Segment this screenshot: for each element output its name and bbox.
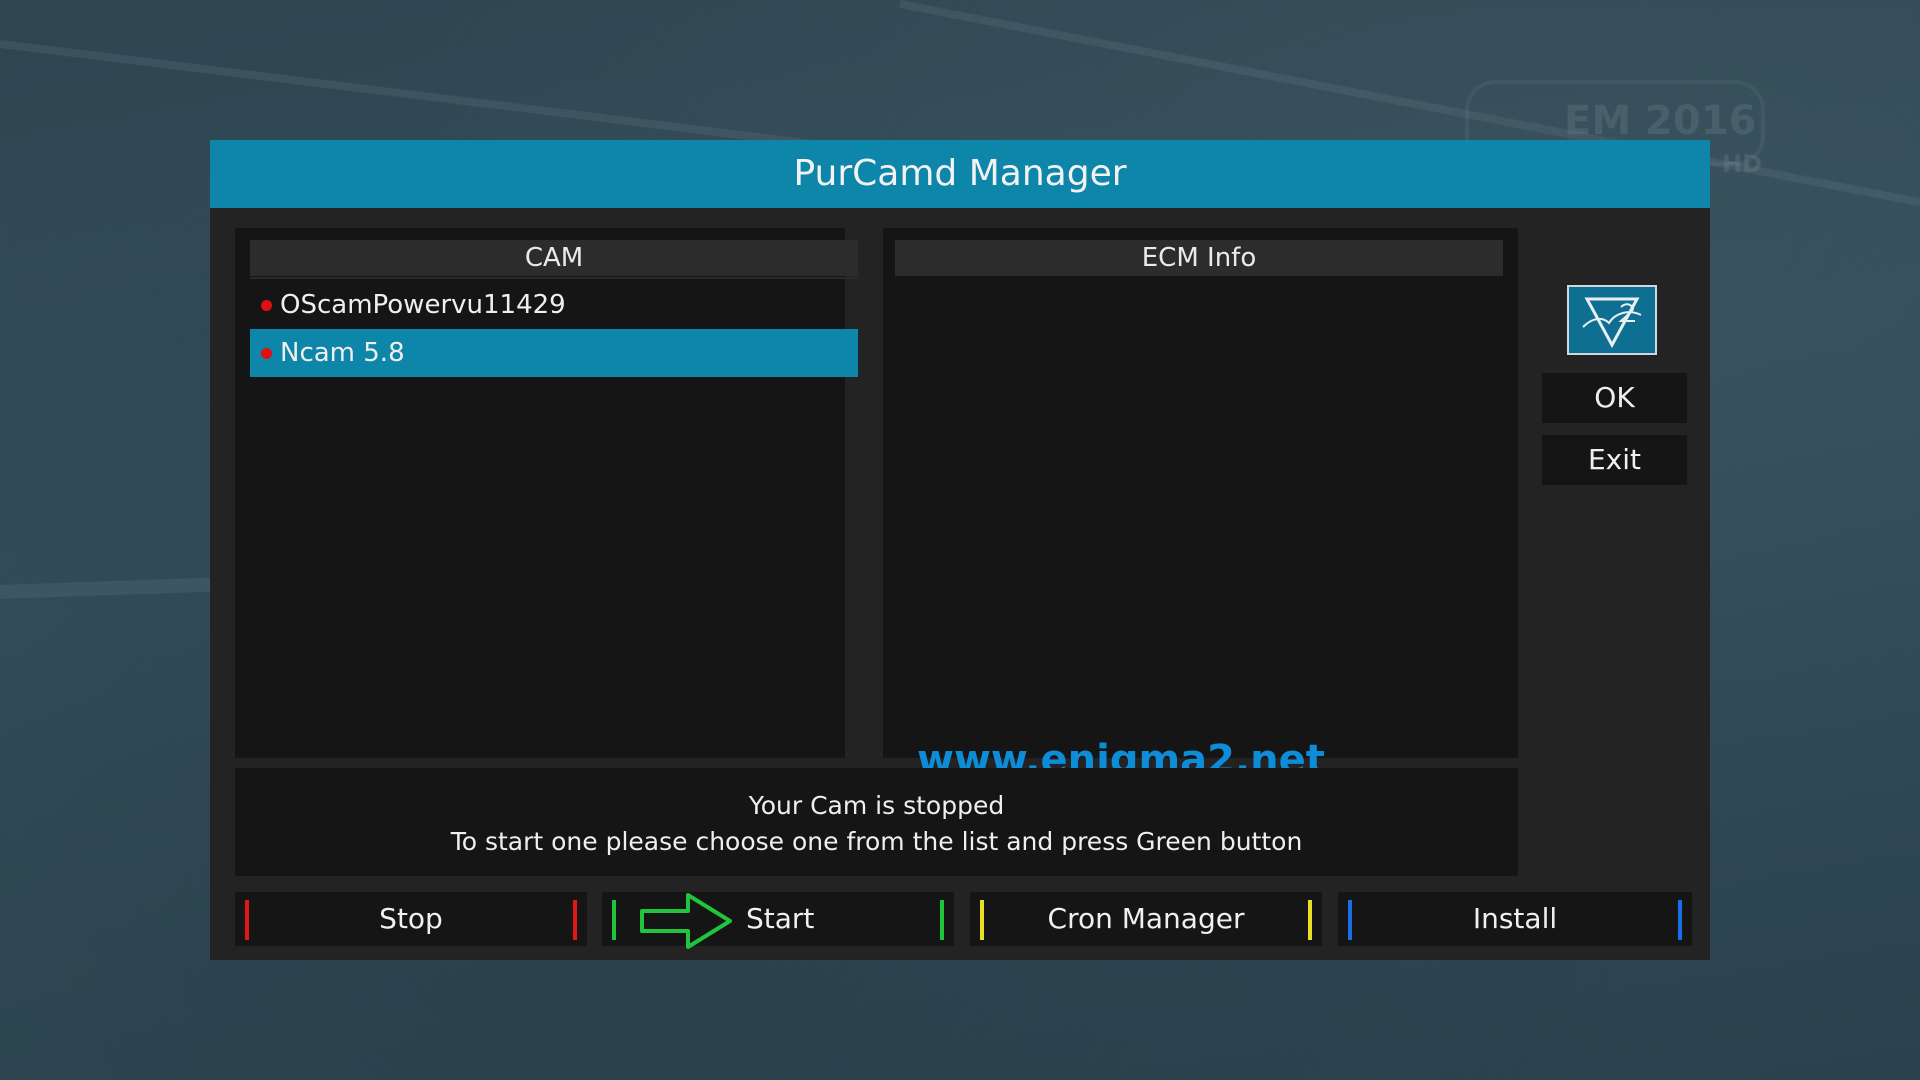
cam-list-item[interactable]: OScamPowervu11429	[250, 281, 858, 329]
start-button-label: Start	[746, 902, 815, 935]
cam-panel: CAM OScamPowervu11429 Ncam 5.8	[235, 228, 858, 758]
red-key-marker	[573, 900, 577, 940]
stop-button-label: Stop	[379, 902, 443, 935]
status-line-2: To start one please choose one from the …	[450, 827, 1303, 856]
red-key-marker	[245, 900, 249, 940]
yellow-key-marker	[980, 900, 984, 940]
blue-key-marker	[1348, 900, 1352, 940]
right-arrow-icon	[640, 893, 732, 949]
cam-list-item-selected[interactable]: Ncam 5.8	[250, 329, 858, 377]
green-key-marker	[612, 900, 616, 940]
yellow-key-marker	[1308, 900, 1312, 940]
green-start-button[interactable]: Start	[602, 892, 954, 949]
status-dot-icon	[261, 300, 272, 311]
blue-install-button[interactable]: Install	[1338, 892, 1692, 946]
pure2-logo-icon	[1567, 285, 1657, 355]
ecm-panel-header: ECM Info	[895, 240, 1503, 276]
ok-button[interactable]: OK	[1542, 373, 1687, 423]
blue-key-marker	[1678, 900, 1682, 940]
cam-list-item-label: Ncam 5.8	[280, 338, 405, 368]
red-stop-button[interactable]: Stop	[235, 892, 587, 946]
yellow-cron-manager-button[interactable]: Cron Manager	[970, 892, 1322, 946]
install-button-label: Install	[1472, 902, 1558, 935]
divider	[250, 277, 858, 279]
window-title: PurCamd Manager	[210, 140, 1710, 208]
exit-button[interactable]: Exit	[1542, 435, 1687, 485]
background-stripe	[0, 577, 221, 599]
channel-hd-tag: HD	[1722, 150, 1763, 178]
ecm-info-panel: ECM Info	[883, 228, 1518, 758]
status-dot-icon	[261, 348, 272, 359]
purcamd-dialog: PurCamd Manager CAM OScamPowervu11429 Nc…	[210, 140, 1710, 960]
status-line-1: Your Cam is stopped	[748, 791, 1005, 820]
green-key-marker	[940, 900, 944, 940]
cron-manager-button-label: Cron Manager	[1047, 902, 1245, 935]
status-message-box: Your Cam is stopped To start one please …	[235, 768, 1518, 876]
cam-list-item-label: OScamPowervu11429	[280, 290, 566, 320]
cam-panel-header: CAM	[250, 240, 858, 276]
